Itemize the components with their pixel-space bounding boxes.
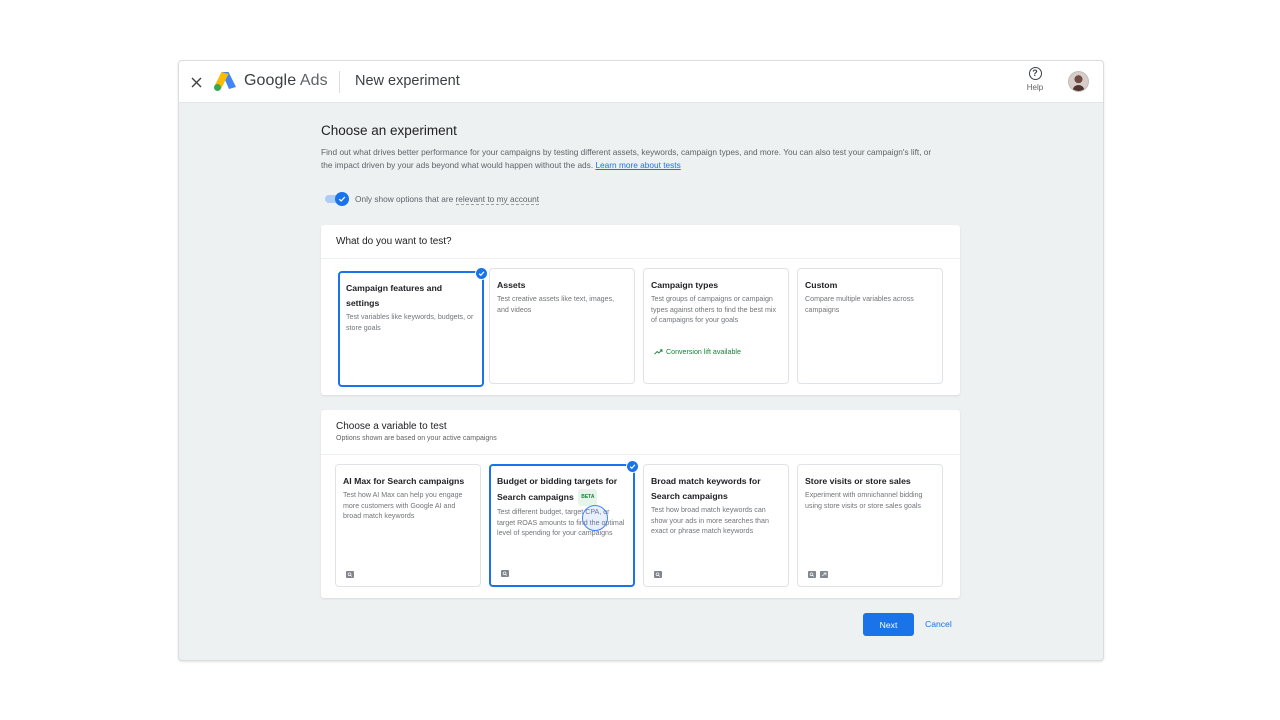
close-icon[interactable] [186,72,206,92]
search-channel-icon [808,571,816,578]
beta-badge: BETA [578,489,598,506]
channel-icons [501,570,509,577]
toggle-label: Only show options that are relevant to m… [355,194,540,205]
conversion-lift-text: Conversion lift available [666,348,741,356]
variable-panel: Choose a variable to test Options shown … [321,410,960,598]
panel-title: Choose a variable to test [336,421,447,432]
performance-max-icon [820,571,828,578]
next-button[interactable]: Next [863,613,914,636]
intro-description: Find out what drives better performance … [321,146,941,172]
card-store-visits[interactable]: Store visits or store sales Experiment w… [797,464,943,587]
panel-title: What do you want to test? [336,236,452,247]
card-description: Experiment with omnichannel bidding usin… [805,491,923,510]
header-divider [339,71,340,93]
toggle-label-prefix: Only show options that are [355,194,454,204]
relevance-filter: Only show options that are relevant to m… [325,191,540,207]
card-description: Test how AI Max can help you engage more… [343,491,463,520]
card-title: Broad match keywords for Search campaign… [651,476,761,501]
card-description: Test creative assets like text, images, … [497,295,615,314]
card-title: Store visits or store sales [805,476,911,486]
top-bar: Google Ads New experiment ? Help [179,61,1103,103]
card-title-wrap: Budget or bidding targets for Search cam… [497,474,627,506]
panel-header: What do you want to test? [321,225,960,259]
card-description: Test variables like keywords, budgets, o… [346,313,474,332]
card-title: AI Max for Search campaigns [343,476,465,486]
brand-name: Google Ads [244,72,328,90]
cancel-button[interactable]: Cancel [922,613,955,636]
search-channel-icon [346,571,354,578]
channel-icons [654,571,662,578]
panel-subtitle: Options shown are based on your active c… [336,435,497,442]
test-type-panel: What do you want to test? Campaign featu… [321,225,960,395]
avatar[interactable] [1068,71,1089,92]
card-budget-bidding[interactable]: Budget or bidding targets for Search cam… [489,460,639,587]
page-title: New experiment [355,73,460,89]
experiment-window: Google Ads New experiment ? Help Choose … [178,60,1104,661]
help-icon: ? [1028,67,1042,80]
conversion-lift-note: Conversion lift available [654,348,741,356]
card-description: Test how broad match keywords can show y… [651,506,769,535]
brand-google: Google [244,72,297,89]
panel-header: Choose a variable to test Options shown … [321,410,960,455]
checkmark-icon [335,192,349,206]
card-broad-match[interactable]: Broad match keywords for Search campaign… [643,464,789,587]
card-campaign-features[interactable]: Campaign features and settings Test vari… [338,267,488,387]
channel-icons [346,571,354,578]
card-description: Test groups of campaigns or campaign typ… [651,295,776,324]
channel-icons [808,571,828,578]
help-button[interactable]: ? Help [1021,67,1049,92]
card-campaign-types[interactable]: Campaign types Test groups of campaigns … [643,268,789,384]
card-title: Budget or bidding targets for Search cam… [497,476,618,502]
section-title: Choose an experiment [321,123,457,138]
card-title: Campaign types [651,280,719,290]
card-assets[interactable]: Assets Test creative assets like text, i… [489,268,635,384]
search-channel-icon [501,570,509,577]
card-title: Custom [805,280,838,290]
card-description: Compare multiple variables across campai… [805,295,914,314]
card-description: Test different budget, target CPA, or ta… [497,508,625,537]
card-ai-max[interactable]: AI Max for Search campaigns Test how AI … [335,464,481,587]
relevance-toggle[interactable] [325,192,349,206]
card-title: Campaign features and settings [346,283,443,308]
help-label: Help [1026,83,1044,92]
card-title: Assets [497,280,526,290]
card-custom[interactable]: Custom Compare multiple variables across… [797,268,943,384]
selected-check-icon [475,267,488,280]
trending-up-icon [654,349,663,355]
learn-more-link[interactable]: Learn more about tests [595,160,680,170]
search-channel-icon [654,571,662,578]
selected-check-icon [626,460,639,473]
brand-ads: Ads [299,72,328,89]
relevant-link[interactable]: relevant to my account [455,194,540,205]
google-ads-logo [213,70,237,92]
